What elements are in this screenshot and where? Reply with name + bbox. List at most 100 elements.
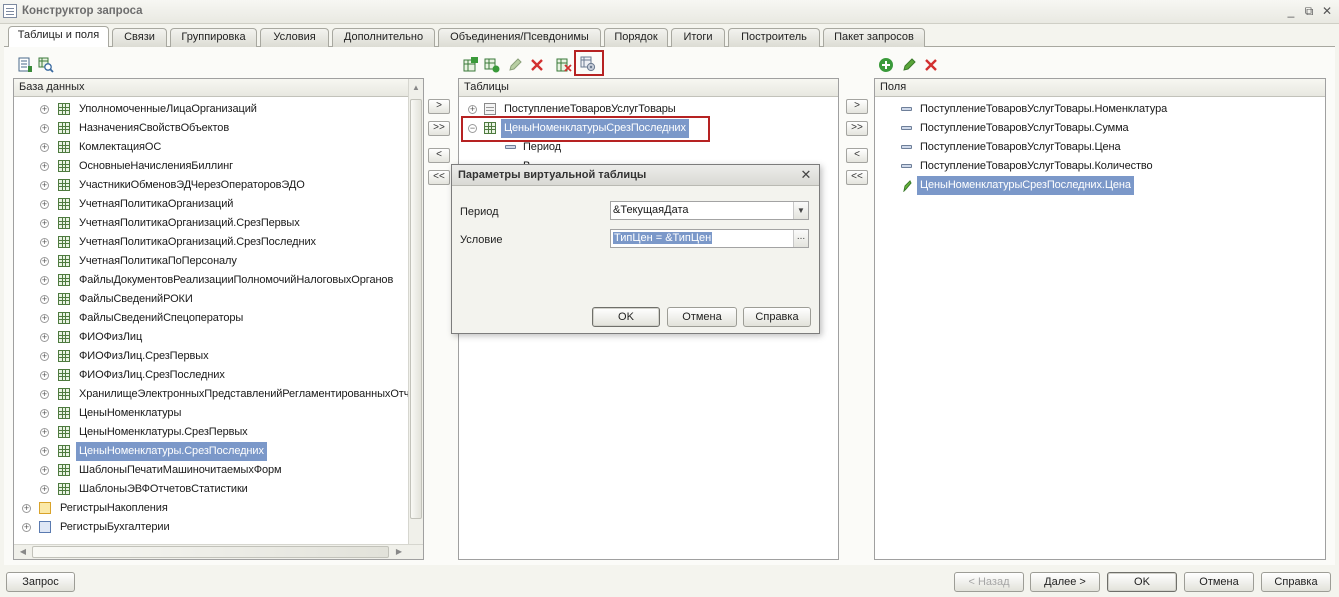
add-nested-query-icon[interactable] xyxy=(484,57,500,73)
dialog-help-button[interactable]: Справка xyxy=(743,307,811,327)
field-label: ПоступлениеТоваровУслугТовары.Количество xyxy=(920,160,1153,172)
expand-icon[interactable]: + xyxy=(468,105,477,114)
database-root-label: РегистрыНакопления xyxy=(60,502,168,514)
tab-tables-and-fields[interactable]: Таблицы и поля xyxy=(8,26,109,47)
minimize-icon[interactable]: _ xyxy=(1283,3,1299,19)
expand-icon[interactable]: + xyxy=(40,219,49,228)
expand-icon[interactable]: + xyxy=(40,200,49,209)
expand-icon[interactable]: + xyxy=(40,238,49,247)
tab-grouping[interactable]: Группировка xyxy=(170,28,257,47)
database-item-label: УчетнаяПолитикаОрганизаций.СрезПоследних xyxy=(79,236,316,248)
expand-icon[interactable]: + xyxy=(40,390,49,399)
register-table-icon xyxy=(58,426,70,438)
replace-table-icon[interactable] xyxy=(556,57,572,73)
restore-icon[interactable]: ⧉ xyxy=(1301,3,1317,19)
field-icon xyxy=(901,107,912,111)
register-table-icon xyxy=(58,217,70,229)
expand-icon[interactable]: + xyxy=(40,466,49,475)
expand-icon[interactable]: + xyxy=(40,428,49,437)
window-icon xyxy=(3,4,17,18)
move-all-fields-right-button[interactable]: >> xyxy=(846,121,868,136)
register-table-icon xyxy=(58,312,70,324)
expand-icon[interactable]: + xyxy=(40,257,49,266)
database-vscrollbar[interactable]: ▲ xyxy=(408,79,423,545)
expand-icon[interactable]: + xyxy=(22,523,31,532)
edit-pencil-icon[interactable] xyxy=(507,57,523,73)
expand-icon[interactable]: + xyxy=(40,409,49,418)
register-table-icon xyxy=(58,445,70,457)
tab-conditions[interactable]: Условия xyxy=(260,28,329,47)
move-left-button[interactable]: < xyxy=(428,148,450,163)
field-icon xyxy=(901,145,912,149)
close-icon[interactable]: ✕ xyxy=(1319,3,1335,19)
expand-icon[interactable]: + xyxy=(40,143,49,152)
expand-icon[interactable]: + xyxy=(40,181,49,190)
scroll-left-icon[interactable]: ◀ xyxy=(16,545,30,559)
scroll-up-icon[interactable]: ▲ xyxy=(409,81,423,95)
find-table-icon[interactable] xyxy=(38,57,54,73)
register-table-icon xyxy=(58,179,70,191)
move-all-left-button[interactable]: << xyxy=(428,170,450,185)
dialog-cancel-button[interactable]: Отмена xyxy=(667,307,737,327)
tab-additional[interactable]: Дополнительно xyxy=(332,28,435,47)
database-item-label: ШаблоныЭВФОтчетовСтатистики xyxy=(79,483,248,495)
ok-button[interactable]: OK xyxy=(1107,572,1177,592)
move-field-right-button[interactable]: > xyxy=(846,99,868,114)
tab-query-batch[interactable]: Пакет запросов xyxy=(823,28,925,47)
move-all-fields-left-button[interactable]: << xyxy=(846,170,868,185)
database-hscroll-thumb[interactable] xyxy=(32,546,389,558)
ellipsis-button[interactable]: ... xyxy=(793,230,808,247)
move-field-left-button[interactable]: < xyxy=(846,148,868,163)
chevron-down-icon[interactable]: ▼ xyxy=(793,202,808,219)
database-hscrollbar[interactable]: ◀ ▶ xyxy=(14,544,423,559)
tab-builder[interactable]: Построитель xyxy=(728,28,820,47)
add-field-icon[interactable] xyxy=(878,57,894,73)
tab-unions-aliases[interactable]: Объединения/Псевдонимы xyxy=(438,28,601,47)
dialog-ok-button[interactable]: OK xyxy=(592,307,660,327)
database-item-label: ФИОФизЛиц xyxy=(79,331,143,343)
expand-icon[interactable]: + xyxy=(40,105,49,114)
register-table-icon xyxy=(58,122,70,134)
register-table-icon xyxy=(58,407,70,419)
register-table-icon xyxy=(58,236,70,248)
scroll-right-icon[interactable]: ▶ xyxy=(392,545,406,559)
edit-field-icon[interactable] xyxy=(901,57,917,73)
expand-icon[interactable]: + xyxy=(40,276,49,285)
next-button[interactable]: Далее > xyxy=(1030,572,1100,592)
tab-links[interactable]: Связи xyxy=(112,28,167,47)
field-icon xyxy=(901,126,912,130)
expand-icon[interactable]: + xyxy=(40,371,49,380)
add-table-icon[interactable] xyxy=(462,57,478,73)
tab-order[interactable]: Порядок xyxy=(604,28,668,47)
expand-icon[interactable]: + xyxy=(40,295,49,304)
database-item-label: УполномоченныеЛицаОрганизаций xyxy=(79,103,257,115)
query-button[interactable]: Запрос xyxy=(6,572,75,592)
register-table-icon xyxy=(58,293,70,305)
dialog-close-icon[interactable]: ✕ xyxy=(799,167,813,183)
expand-icon[interactable]: + xyxy=(40,162,49,171)
move-right-button[interactable]: > xyxy=(428,99,450,114)
database-item-label: ФайлыСведенийСпецоператоры xyxy=(79,312,244,324)
expand-icon[interactable]: + xyxy=(40,333,49,342)
expand-icon[interactable]: + xyxy=(40,485,49,494)
virtual-table-params-dialog: Параметры виртуальной таблицы ✕ Период &… xyxy=(451,164,820,334)
back-button[interactable]: < Назад xyxy=(954,572,1024,592)
condition-label: Условие xyxy=(460,234,503,246)
expand-icon[interactable]: + xyxy=(22,504,31,513)
expand-icon[interactable]: + xyxy=(40,447,49,456)
database-vscroll-thumb[interactable] xyxy=(410,99,422,519)
expand-icon[interactable]: + xyxy=(40,124,49,133)
move-all-right-button[interactable]: >> xyxy=(428,121,450,136)
period-select[interactable]: &ТекущаяДата ▼ xyxy=(610,201,809,220)
condition-input[interactable]: ТипЦен = &ТипЦен ... xyxy=(610,229,809,248)
delete-field-icon[interactable] xyxy=(923,57,939,73)
cancel-button[interactable]: Отмена xyxy=(1184,572,1254,592)
register-table-icon xyxy=(58,350,70,362)
tab-totals[interactable]: Итоги xyxy=(671,28,725,47)
expand-icon[interactable]: + xyxy=(40,352,49,361)
delete-table-icon[interactable] xyxy=(529,57,545,73)
help-button[interactable]: Справка xyxy=(1261,572,1331,592)
expand-icon[interactable]: + xyxy=(40,314,49,323)
register-table-icon xyxy=(58,103,70,115)
list-view-icon[interactable] xyxy=(17,57,33,73)
